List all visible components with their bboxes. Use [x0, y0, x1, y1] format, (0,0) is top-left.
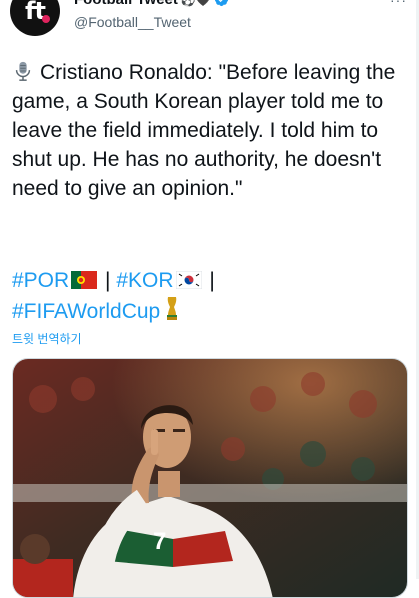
verified-badge-icon — [214, 0, 228, 7]
hashtag-separator: | — [99, 269, 117, 292]
tweet-header: ft Football Tweet ⚽️🖤 @Football__Tweet ·… — [0, 0, 419, 40]
tweet-photo[interactable]: 7 — [12, 358, 408, 598]
author-name-emoji: ⚽️🖤 — [181, 0, 211, 7]
hashtag-por[interactable]: #POR — [12, 269, 69, 292]
microphone-icon — [15, 61, 31, 81]
author-display-name[interactable]: Football Tweet — [74, 0, 178, 8]
hashtag-fifaworldcup[interactable]: #FIFAWorldCup — [12, 300, 160, 323]
photo-image: 7 — [13, 359, 407, 597]
hashtag-separator: | — [203, 269, 215, 292]
author-name-row[interactable]: Football Tweet ⚽️🖤 — [74, 0, 229, 8]
south-korea-flag-icon — [175, 271, 202, 289]
more-options-button[interactable]: ··· — [390, 0, 407, 8]
hashtag-kor[interactable]: #KOR — [116, 269, 173, 292]
author-handle[interactable]: @Football__Tweet — [74, 14, 191, 30]
author-avatar[interactable]: ft — [10, 0, 60, 36]
tweet-body: Cristiano Ronaldo: "Before leaving the g… — [12, 58, 412, 203]
portugal-flag-icon — [71, 271, 98, 289]
tweet-text: Cristiano Ronaldo: "Before leaving the g… — [12, 61, 396, 200]
hashtag-line: #POR | #KOR | #FIFAWorldCup — [12, 266, 412, 326]
translate-tweet-link[interactable]: 트윗 번역하기 — [12, 330, 82, 347]
avatar-logo-dot — [42, 15, 50, 23]
trophy-icon — [167, 297, 178, 320]
jersey-number: 7 — [153, 528, 166, 555]
